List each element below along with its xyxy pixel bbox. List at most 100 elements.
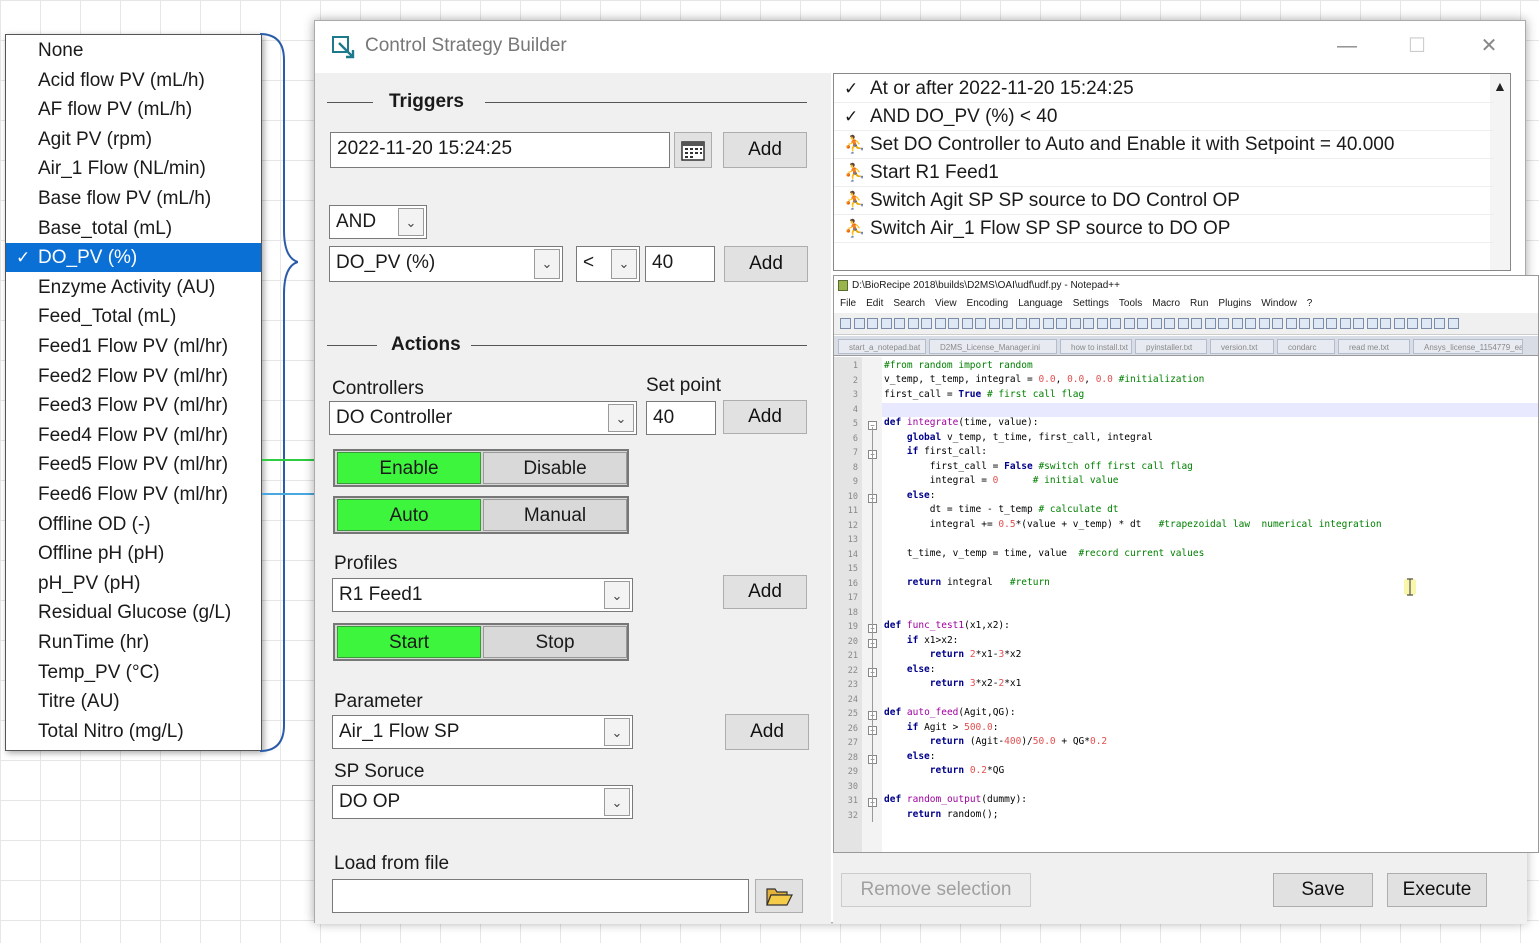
dropdown-option[interactable]: Feed5 Flow PV (ml/hr) <box>6 450 261 479</box>
toolbar-icon[interactable] <box>1299 318 1310 329</box>
dropdown-option[interactable]: Feed2 Flow PV (ml/hr) <box>6 362 261 391</box>
notepad-file-tab[interactable]: pyinstaller.txt <box>1135 339 1207 354</box>
strategy-step-row[interactable]: ⛹ Set DO Controller to Auto and Enable it… <box>834 131 1494 159</box>
strategy-step-row[interactable]: ✓ At or after 2022-11-20 15:24:25 <box>834 75 1494 103</box>
notepad-file-tab[interactable]: how to install.txt <box>1060 339 1132 354</box>
toolbar-icon[interactable] <box>1204 318 1216 329</box>
toolbar-icon[interactable] <box>867 318 878 329</box>
trigger-datetime-input[interactable]: 2022-11-20 15:24:25 <box>330 132 670 168</box>
start-button[interactable]: Start <box>337 626 481 658</box>
notepad-file-tab[interactable]: version.txt <box>1210 339 1274 354</box>
sp-source-combo[interactable]: DO OP ⌄ <box>332 785 633 819</box>
execute-button[interactable]: Execute <box>1387 873 1487 907</box>
toolbar-icon[interactable] <box>1110 318 1121 329</box>
toolbar-icon[interactable] <box>853 318 865 329</box>
disable-button[interactable]: Disable <box>483 452 627 484</box>
notepad-menu-item[interactable]: Language <box>1018 298 1063 309</box>
notepad-menu-item[interactable]: Edit <box>866 298 883 309</box>
dropdown-option[interactable]: Feed4 Flow PV (ml/hr) <box>6 421 261 450</box>
add-profile-action-button[interactable]: Add <box>723 575 807 609</box>
profile-combo[interactable]: R1 Feed1 ⌄ <box>332 578 633 612</box>
comparison-operator-combo[interactable]: < ⌄ <box>576 246 640 282</box>
strategy-step-row[interactable]: ⛹ Switch Agit SP SP source to DO Control … <box>834 187 1494 215</box>
strategy-step-row[interactable]: ✓ AND DO_PV (%) < 40 <box>834 103 1494 131</box>
toolbar-icon[interactable] <box>840 318 851 329</box>
notepad-file-tab[interactable]: read me.txt <box>1338 339 1410 354</box>
dropdown-option[interactable]: Acid flow PV (mL/h) <box>6 66 261 95</box>
logic-operator-combo[interactable]: AND ⌄ <box>329 205 427 239</box>
manual-button[interactable]: Manual <box>483 499 627 531</box>
toolbar-icon[interactable] <box>1434 318 1445 329</box>
code-editor[interactable]: #from random import random v_temp, t_tem… <box>882 357 1538 852</box>
toolbar-icon[interactable] <box>1258 318 1270 329</box>
trigger-variable-combo[interactable]: DO_PV (%) ⌄ <box>329 246 563 282</box>
toolbar-icon[interactable] <box>880 318 892 329</box>
calendar-button[interactable] <box>674 132 712 168</box>
toolbar-icon[interactable] <box>1339 318 1351 329</box>
notepad-file-tab[interactable]: start_a_notepad.bat <box>838 339 926 354</box>
notepad-menu-item[interactable]: Plugins <box>1218 298 1251 309</box>
dropdown-option[interactable]: Base flow PV (mL/h) <box>6 184 261 213</box>
toolbar-icon[interactable] <box>988 318 1000 329</box>
toolbar-icon[interactable] <box>934 318 946 329</box>
toolbar-icon[interactable] <box>1285 318 1297 329</box>
threshold-input[interactable]: 40 <box>645 246 715 282</box>
notepad-menu-item[interactable]: ? <box>1307 298 1313 309</box>
notepad-menu-item[interactable]: Run <box>1190 298 1208 309</box>
dropdown-option[interactable]: Enzyme Activity (AU) <box>6 273 261 302</box>
dropdown-option[interactable]: Residual Glucose (g/L) <box>6 598 261 627</box>
dropdown-option[interactable]: AF flow PV (mL/h) <box>6 95 261 124</box>
dropdown-option[interactable]: Agit PV (rpm) <box>6 125 261 154</box>
toolbar-icon[interactable] <box>1312 318 1324 329</box>
notepad-menu-item[interactable]: Tools <box>1119 298 1142 309</box>
add-parameter-action-button[interactable]: Add <box>725 714 809 750</box>
toolbar-icon[interactable] <box>1083 318 1094 329</box>
notepad-file-tab[interactable]: condarc <box>1277 339 1335 354</box>
dropdown-option[interactable]: Feed_Total (mL) <box>6 302 261 331</box>
add-condition-trigger-button[interactable]: Add <box>724 246 808 282</box>
dropdown-option[interactable]: Total Nitro (mg/L) <box>6 717 261 746</box>
notepad-menu-item[interactable]: Settings <box>1073 298 1109 309</box>
notepad-menu-item[interactable]: Search <box>893 298 925 309</box>
setpoint-input[interactable]: 40 <box>646 401 716 435</box>
toolbar-icon[interactable] <box>1137 318 1148 329</box>
toolbar-icon[interactable] <box>1366 318 1378 329</box>
minimize-button[interactable]: — <box>1327 31 1367 61</box>
toolbar-icon[interactable] <box>975 318 986 329</box>
toolbar-icon[interactable] <box>1029 318 1040 329</box>
close-button[interactable]: ✕ <box>1469 31 1509 61</box>
toolbar-icon[interactable] <box>907 318 919 329</box>
remove-selection-button[interactable]: Remove selection <box>841 873 1031 907</box>
toolbar-icon[interactable] <box>1272 318 1283 329</box>
load-file-path-input[interactable] <box>332 879 749 913</box>
strategy-steps-list[interactable]: ▲ ✓ At or after 2022-11-20 15:24:25 ✓ AND D… <box>833 73 1511 271</box>
controller-combo[interactable]: DO Controller ⌄ <box>329 401 637 435</box>
toolbar-icon[interactable] <box>1096 318 1108 329</box>
notepad-menu-item[interactable]: Encoding <box>967 298 1009 309</box>
strategy-step-row[interactable]: ⛹ Start R1 Feed1 <box>834 159 1494 187</box>
toolbar-icon[interactable] <box>1191 318 1202 329</box>
dropdown-option[interactable]: Titre (AU) <box>6 687 261 716</box>
auto-button[interactable]: Auto <box>337 499 481 531</box>
toolbar-icon[interactable] <box>1353 318 1364 329</box>
toolbar-icon[interactable] <box>1015 318 1027 329</box>
toolbar-icon[interactable] <box>1380 318 1391 329</box>
toolbar-icon[interactable] <box>894 318 905 329</box>
save-button[interactable]: Save <box>1273 873 1373 907</box>
maximize-button[interactable]: ☐ <box>1397 31 1437 61</box>
stop-button[interactable]: Stop <box>483 626 627 658</box>
dropdown-option[interactable]: Feed3 Flow PV (ml/hr) <box>6 391 261 420</box>
notepad-menu-item[interactable]: Macro <box>1152 298 1180 309</box>
notepad-menu-item[interactable]: View <box>935 298 957 309</box>
toolbar-icon[interactable] <box>1326 318 1337 329</box>
toolbar-icon[interactable] <box>1150 318 1162 329</box>
dropdown-option[interactable]: Offline OD (-) <box>6 510 261 539</box>
toolbar-icon[interactable] <box>1407 318 1418 329</box>
toolbar-icon[interactable] <box>1002 318 1013 329</box>
toolbar-icon[interactable] <box>1245 318 1256 329</box>
notepad-file-tab[interactable]: D2MS_License_Manager.ini <box>929 339 1057 354</box>
dropdown-option[interactable]: pH_PV (pH) <box>6 569 261 598</box>
dropdown-option[interactable]: Temp_PV (°C) <box>6 658 261 687</box>
toolbar-icon[interactable] <box>1393 318 1405 329</box>
dropdown-option[interactable]: Offline pH (pH) <box>6 539 261 568</box>
